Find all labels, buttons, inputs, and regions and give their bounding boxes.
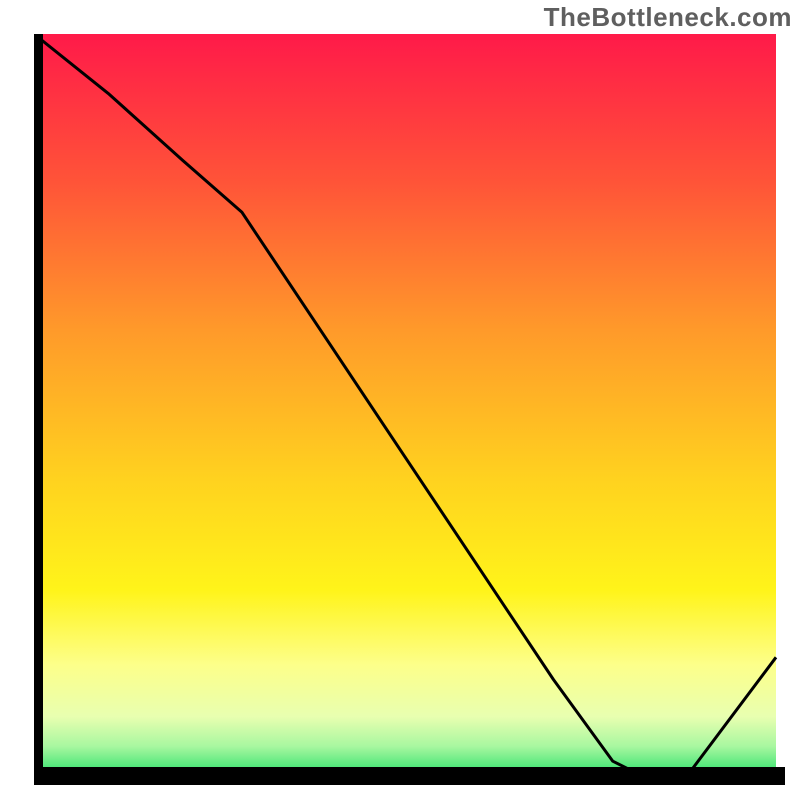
chart-container: TheBottleneck.com xyxy=(0,0,800,800)
chart-svg xyxy=(34,34,786,786)
watermark-text: TheBottleneck.com xyxy=(544,2,792,33)
plot-area xyxy=(34,34,786,786)
gradient-background xyxy=(34,34,776,776)
